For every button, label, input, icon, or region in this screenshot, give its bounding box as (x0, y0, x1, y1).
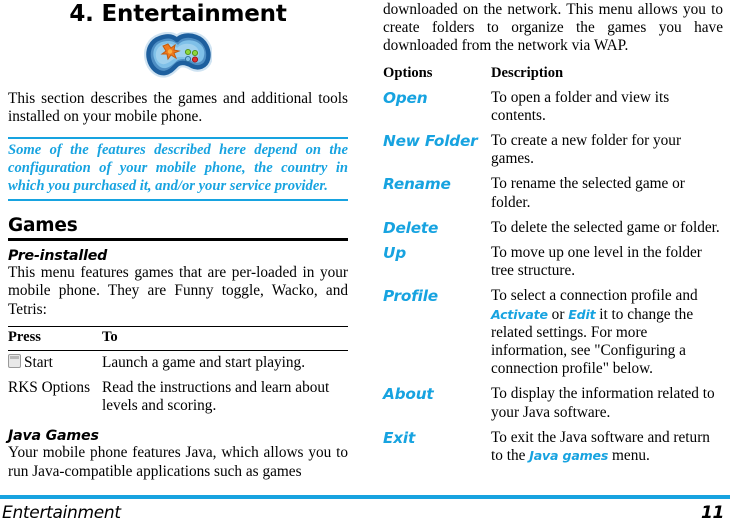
table-row: Rename To rename the selected game or fo… (383, 172, 723, 215)
java-games-paragraph: Your mobile phone features Java, which a… (8, 444, 348, 480)
table-row: New Folder To create a new folder for yo… (383, 129, 723, 172)
table-row: Profile To select a connection profile a… (383, 284, 723, 382)
column-header-description: Description (491, 64, 564, 81)
press-cell: RKS Options (8, 379, 91, 396)
continued-paragraph: downloaded on the network. This menu all… (383, 1, 723, 55)
inline-edit: Edit (568, 306, 596, 322)
option-description: To rename the selected game or folder. (491, 175, 685, 211)
softkey-icon (8, 353, 21, 368)
option-description: To select a connection profile and Activ… (491, 284, 723, 382)
inline-activate: Activate (491, 306, 548, 322)
option-description: To exit the Java software and return to … (491, 426, 723, 469)
option-label-exit: Exit (383, 428, 416, 447)
page-number: 11 (700, 503, 724, 523)
table-row: Exit To exit the Java software and retur… (383, 426, 723, 469)
page-footer: Entertainment 11 (0, 495, 730, 529)
gamepad-icon (144, 32, 212, 78)
column-header-options: Options (383, 64, 433, 81)
intro-paragraph: This section describes the games and add… (8, 90, 348, 126)
section-rule (8, 238, 348, 242)
option-description: To move up one level in the folder tree … (491, 244, 702, 280)
option-label-about: About (383, 385, 434, 404)
table-row: Up To move up one level in the folder tr… (383, 241, 723, 284)
press-cell: Start (8, 350, 102, 376)
gamepad-icon-wrap (8, 32, 348, 90)
desc-part-1: To select a connection profile and (491, 287, 698, 305)
column-header-to: To (102, 325, 348, 351)
page-title: 4. Entertainment (69, 1, 287, 27)
option-label-open: Open (383, 88, 428, 107)
press-label: Start (24, 353, 53, 371)
button-red-icon (191, 56, 199, 63)
right-column: downloaded on the network. This menu all… (383, 0, 723, 492)
option-description: To create a new folder for your games. (491, 132, 682, 168)
subheading-pre-installed: Pre-installed (8, 248, 108, 265)
document-page: 4. Entertainment This section describes … (0, 0, 730, 529)
press-table: Press To Start Launch a game and start p… (8, 325, 348, 420)
table-row: RKS Options Read the instructions and le… (8, 376, 348, 419)
subheading-java-games: Java Games (8, 428, 99, 445)
inline-java-games: Java games (529, 448, 609, 464)
section-heading-games: Games (8, 215, 78, 237)
table-row: Start Launch a game and start playing. (8, 350, 348, 376)
options-table: Options Description Open To open a folde… (383, 63, 723, 470)
note-box: Some of the features described here depe… (8, 137, 348, 202)
option-description: To open a folder and view its contents. (491, 88, 670, 124)
option-label-delete: Delete (383, 218, 439, 237)
table-row: About To display the information related… (383, 382, 723, 425)
desc-part-2: menu. (608, 447, 650, 465)
option-label-new-folder: New Folder (383, 132, 478, 151)
to-cell: Read the instructions and learn about le… (102, 379, 330, 415)
desc-part-2: or (547, 305, 569, 323)
column-header-press: Press (8, 325, 102, 351)
footer-section-label: Entertainment (2, 503, 121, 523)
table-row: Open To open a folder and view its conte… (383, 86, 723, 129)
left-column: 4. Entertainment This section describes … (8, 0, 348, 492)
option-label-up: Up (383, 244, 406, 263)
button-green-icon (184, 48, 192, 56)
footer-rule (0, 495, 730, 499)
to-cell: Launch a game and start playing. (102, 353, 306, 371)
button-blue-icon (184, 55, 192, 63)
table-row: Delete To delete the selected game or fo… (383, 216, 723, 241)
button-green-2-icon (191, 49, 199, 57)
option-description: To display the information related to yo… (491, 385, 715, 421)
option-label-rename: Rename (383, 175, 451, 194)
pre-installed-paragraph: This menu features games that are per-lo… (8, 264, 348, 318)
option-description: To delete the selected game or folder. (491, 218, 720, 236)
note-text: Some of the features described here depe… (8, 142, 348, 194)
table-header-row: Options Description (383, 63, 723, 86)
table-header-row: Press To (8, 325, 348, 351)
option-label-profile: Profile (383, 287, 438, 306)
